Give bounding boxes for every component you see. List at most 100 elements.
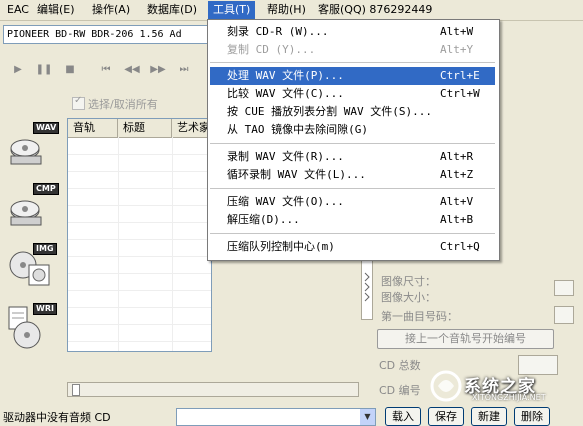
table-row[interactable] (68, 308, 211, 325)
play-icon[interactable]: ▶ (8, 62, 28, 78)
menu-compare-wav[interactable]: 比较 WAV 文件(C)... Ctrl+W (210, 85, 495, 103)
column-artist[interactable]: 艺术家 (172, 119, 211, 137)
menu-edit[interactable]: 编辑(E) (32, 1, 80, 19)
wri-icon[interactable]: WRI (7, 303, 57, 351)
menu-label: 按 CUE 播放列表分割 WAV 文件(S)... (227, 105, 432, 118)
menu-label: 复制 CD (Y)... (227, 43, 316, 56)
menu-shortcut: Alt+R (440, 150, 474, 163)
pause-icon[interactable]: ❚❚ (34, 62, 54, 78)
new-button[interactable]: 新建 (471, 407, 507, 426)
continue-numbering-button[interactable]: 接上一个音轨号开始编号 (377, 329, 554, 349)
wav-tag: WAV (33, 122, 60, 134)
menu-remove-gaps-tao[interactable]: 从 TAO 镜像中去除间隙(G) (210, 121, 495, 139)
table-row[interactable] (68, 325, 211, 342)
track-table[interactable]: 音轨 标题 艺术家 (67, 118, 212, 352)
menu-label: 压缩 WAV 文件(O)... (227, 195, 344, 208)
save-button[interactable]: 保存 (428, 407, 464, 426)
menu-help[interactable]: 帮助(H) (262, 1, 311, 19)
delete-button[interactable]: 删除 (514, 407, 550, 426)
wav-icon[interactable]: WAV (7, 122, 60, 170)
menu-label: 处理 WAV 文件(P)... (227, 69, 344, 82)
panel-splitter[interactable] (361, 258, 373, 320)
seek-thumb[interactable] (72, 384, 80, 396)
menu-shortcut: Ctrl+E (440, 69, 480, 82)
menu-loop-record-wav[interactable]: 循环录制 WAV 文件(L)... Alt+Z (210, 166, 495, 184)
column-track[interactable]: 音轨 (68, 119, 118, 137)
img-tag: IMG (33, 243, 57, 255)
track-table-header: 音轨 标题 艺术家 (68, 119, 211, 138)
select-all-label: 选择/取消所有 (88, 98, 158, 111)
next-track-icon[interactable]: ⏭ (174, 62, 194, 78)
menu-compress-wav[interactable]: 压缩 WAV 文件(O)... Alt+V (210, 193, 495, 211)
menu-label: 录制 WAV 文件(R)... (227, 150, 344, 163)
menu-label: 循环录制 WAV 文件(L)... (227, 168, 366, 181)
watermark-url: XITONGZHIJIA.NET (472, 393, 546, 402)
menu-process-wav[interactable]: 处理 WAV 文件(P)... Ctrl+E (210, 67, 495, 85)
stop-icon[interactable]: ■ (60, 62, 80, 78)
table-row[interactable] (68, 206, 211, 223)
seek-slider[interactable] (67, 382, 359, 397)
column-title[interactable]: 标题 (118, 119, 172, 137)
watermark-logo-icon (430, 370, 462, 402)
table-row[interactable] (68, 172, 211, 189)
cd-number-label: CD 编号 (379, 384, 421, 397)
checkbox-box[interactable] (72, 95, 85, 110)
table-row[interactable] (68, 189, 211, 206)
menu-shortcut: Alt+B (440, 213, 474, 226)
menu-shortcut: Alt+Z (440, 168, 474, 181)
menu-compression-queue[interactable]: 压缩队列控制中心(m) Ctrl+Q (210, 238, 495, 256)
menu-separator (210, 188, 495, 189)
menu-label: 从 TAO 镜像中去除间隙(G) (227, 123, 368, 136)
fast-forward-icon[interactable]: ▶▶ (148, 62, 168, 78)
chevron-down-icon[interactable]: ▼ (360, 409, 375, 425)
drive-select[interactable]: PIONEER BD-RW BDR-206 1.56 Ad (3, 25, 238, 44)
table-row[interactable] (68, 291, 211, 308)
menu-record-wav[interactable]: 录制 WAV 文件(R)... Alt+R (210, 148, 495, 166)
cd-total-label: CD 总数 (379, 359, 421, 372)
menubar: EAC 编辑(E) 操作(A) 数据库(D) 工具(T) 帮助(H) 客服(QQ… (0, 0, 583, 21)
tools-dropdown-menu: 刻录 CD-R (W)... Alt+W 复制 CD (Y)... Alt+Y … (207, 19, 500, 261)
cmp-icon[interactable]: CMP (7, 183, 59, 231)
select-all-checkbox[interactable]: 选择/取消所有 (72, 95, 158, 112)
menu-tools[interactable]: 工具(T) (208, 1, 256, 19)
status-bar: 驱动器中没有音频 CD ▼ 载入 保存 新建 删除 (0, 406, 583, 426)
menu-label: 压缩队列控制中心(m) (227, 240, 335, 253)
menu-shortcut: Ctrl+W (440, 87, 480, 100)
first-track-label: 第一曲目号码： (381, 310, 458, 323)
menu-separator (210, 62, 495, 63)
rewind-icon[interactable]: ◀◀ (122, 62, 142, 78)
first-track-field[interactable] (554, 306, 574, 324)
table-row[interactable] (68, 274, 211, 291)
status-text: 驱动器中没有音频 CD (3, 411, 111, 424)
img-icon[interactable]: IMG (7, 243, 57, 291)
table-row[interactable] (68, 257, 211, 274)
table-row[interactable] (68, 240, 211, 257)
table-row[interactable] (68, 138, 211, 155)
load-button[interactable]: 载入 (385, 407, 421, 426)
qq-support-label[interactable]: 客服(QQ) 876292449 (318, 1, 432, 19)
menu-burn-cdr[interactable]: 刻录 CD-R (W)... Alt+W (210, 23, 495, 41)
menu-separator (210, 143, 495, 144)
prev-track-icon[interactable]: ⏮ (96, 62, 116, 78)
image-size-field (554, 280, 574, 296)
menu-shortcut: Alt+W (440, 25, 474, 38)
menu-eac[interactable]: EAC (2, 1, 34, 19)
table-row[interactable] (68, 155, 211, 172)
menu-shortcut: Ctrl+Q (440, 240, 480, 253)
menu-split-wav-by-cue[interactable]: 按 CUE 播放列表分割 WAV 文件(S)... (210, 103, 495, 121)
site-watermark: 系统之家 XITONGZHIJIA.NET (428, 366, 583, 406)
menu-database[interactable]: 数据库(D) (142, 1, 202, 19)
menu-separator (210, 233, 495, 234)
menu-label: 刻录 CD-R (W)... (227, 25, 329, 38)
wri-tag: WRI (33, 303, 57, 315)
menu-action[interactable]: 操作(A) (87, 1, 135, 19)
image-size2-label: 图像大小： (381, 291, 436, 304)
cmp-tag: CMP (33, 183, 59, 195)
menu-copy-cd[interactable]: 复制 CD (Y)... Alt+Y (210, 41, 495, 59)
menu-shortcut: Alt+V (440, 195, 474, 208)
menu-label: 解压缩(D)... (227, 213, 300, 226)
menu-decompress[interactable]: 解压缩(D)... Alt+B (210, 211, 495, 229)
chevron-right-icon (364, 272, 370, 302)
table-row[interactable] (68, 223, 211, 240)
status-combo[interactable]: ▼ (176, 408, 376, 426)
